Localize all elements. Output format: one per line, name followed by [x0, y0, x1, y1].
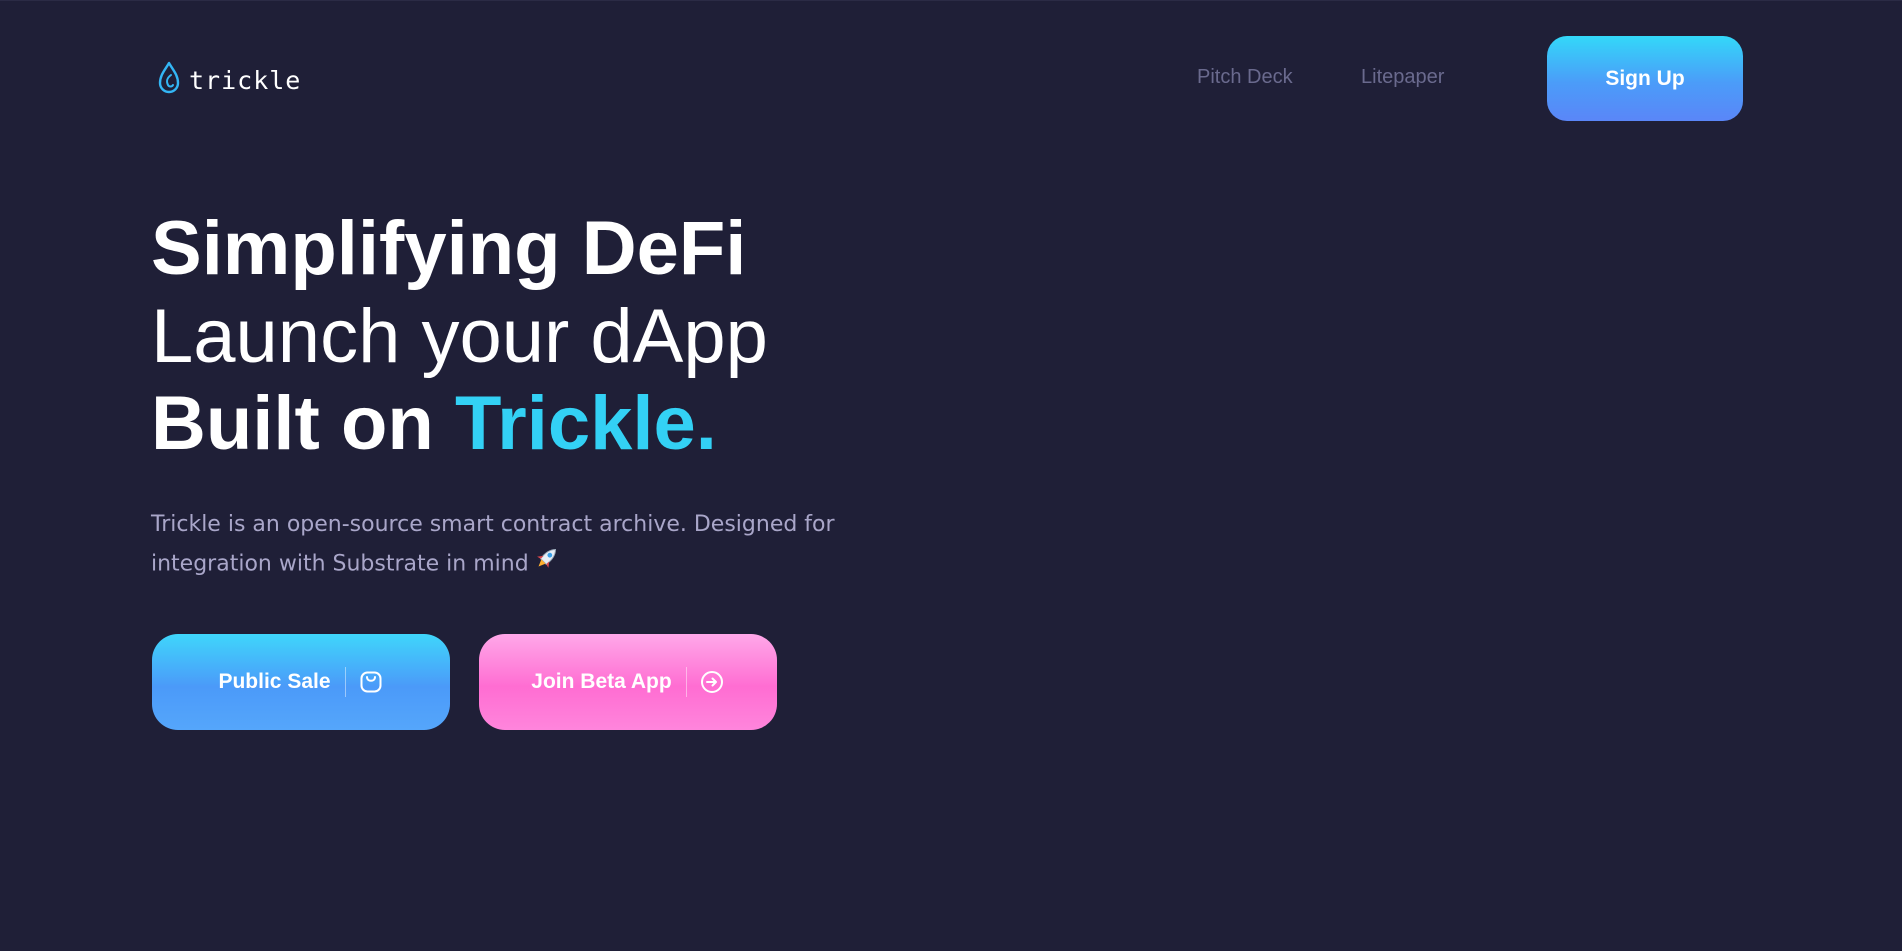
hero-subtitle: Trickle is an open-source smart contract… — [151, 505, 891, 585]
public-sale-label: Public Sale — [218, 670, 331, 693]
nav-pitch-deck[interactable]: Pitch Deck — [1197, 66, 1293, 89]
nav-litepaper[interactable]: Litepaper — [1361, 66, 1444, 89]
hero-title-accent: Trickle. — [454, 381, 717, 466]
hero-title-line-2: Launch your dApp — [151, 294, 768, 379]
logo-text: trickle — [189, 65, 302, 95]
logo[interactable]: trickle — [157, 61, 302, 100]
button-divider — [344, 667, 346, 697]
hero-title-line-3-prefix: Built on — [151, 381, 455, 466]
public-sale-button[interactable]: Public Sale — [152, 634, 450, 730]
hero-subtitle-text: Trickle is an open-source smart contract… — [151, 512, 835, 577]
hero-title-line-3: Built on Trickle. — [151, 386, 717, 462]
water-drop-icon — [157, 61, 181, 100]
shopping-bag-icon — [358, 669, 384, 695]
join-beta-button[interactable]: Join Beta App — [479, 634, 777, 730]
rocket-icon — [533, 544, 561, 585]
hero-title-line-1: Simplifying DeFi — [151, 206, 747, 291]
join-beta-label: Join Beta App — [531, 670, 672, 693]
sign-up-label: Sign Up — [1605, 66, 1685, 90]
top-border — [0, 0, 1902, 1]
button-divider — [685, 667, 687, 697]
arrow-circle-right-icon — [699, 669, 725, 695]
sign-up-button[interactable]: Sign Up — [1547, 36, 1743, 121]
